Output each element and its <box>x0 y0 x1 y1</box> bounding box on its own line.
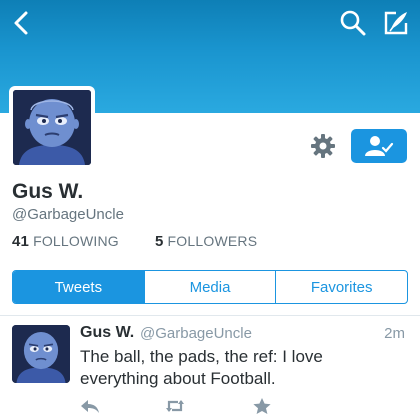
following-button[interactable] <box>351 129 407 163</box>
profile-tabs: Tweets Media Favorites <box>12 270 408 304</box>
tab-favorites[interactable]: Favorites <box>275 271 407 303</box>
tweet-author-handle: @GarbageUncle <box>140 325 252 342</box>
reply-icon[interactable] <box>79 397 101 415</box>
avatar-illustration <box>13 90 91 165</box>
user-check-icon <box>365 136 394 156</box>
chevron-left-icon[interactable] <box>8 8 36 38</box>
avatar-illustration <box>12 325 70 383</box>
favorite-star-icon[interactable] <box>251 397 273 415</box>
following-label: FOLLOWING <box>33 233 119 249</box>
profile-name: Gus W. <box>12 180 84 203</box>
followers-count: 5 <box>155 233 164 250</box>
profile-handle: @GarbageUncle <box>12 206 124 223</box>
gear-icon[interactable] <box>309 132 337 160</box>
tweet-text: The ball, the pads, the ref: I love ever… <box>80 347 323 388</box>
search-icon[interactable] <box>339 9 367 37</box>
followers-label: FOLLOWERS <box>167 233 258 249</box>
tweet-timestamp: 2m <box>384 325 405 342</box>
retweet-icon[interactable] <box>164 397 186 415</box>
following-count: 41 <box>12 233 30 250</box>
avatar-image <box>13 90 91 165</box>
tweet-item[interactable]: Gus W. @GarbageUncle 2m The ball, the pa… <box>0 316 420 420</box>
tweet-avatar[interactable] <box>12 325 70 383</box>
followers-stat[interactable]: 5 FOLLOWERS <box>155 233 257 250</box>
tweet-author-name[interactable]: Gus W. <box>80 324 134 342</box>
compose-tweet-icon[interactable] <box>382 9 410 37</box>
following-stat[interactable]: 41 FOLLOWING <box>12 233 119 250</box>
tab-tweets[interactable]: Tweets <box>13 271 144 303</box>
tab-media[interactable]: Media <box>143 271 276 303</box>
profile-avatar[interactable] <box>9 86 95 169</box>
